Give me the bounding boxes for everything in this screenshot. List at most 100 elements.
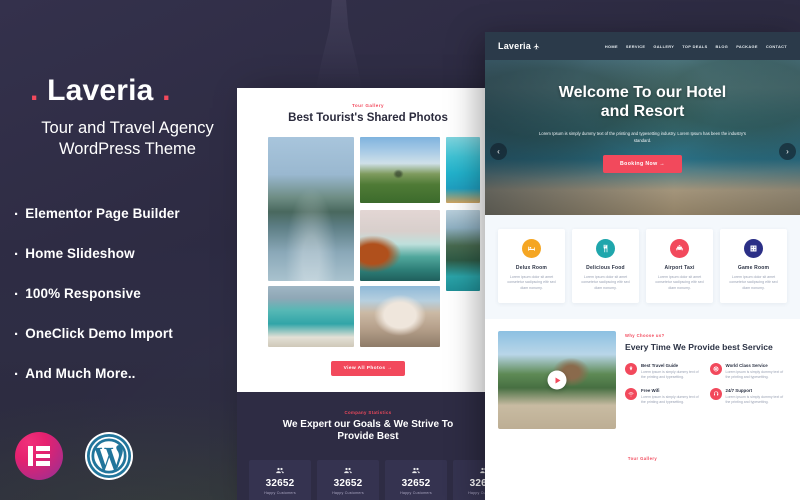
site-logo-text: Laveria xyxy=(498,41,531,51)
service-desc: Lorem ipsum dolor sit amet consetetur sa… xyxy=(729,275,778,290)
gallery-panel: Tour Gallery Best Tourist's Shared Photo… xyxy=(237,88,499,500)
nav-item-package[interactable]: PACKAGE xyxy=(736,44,758,49)
why-item-desc: Lorem ipsum is simply dummy text of the … xyxy=(641,369,699,379)
wifi-icon xyxy=(625,387,637,400)
site-preview-panel: Laveria HOME SERVICE GALLERY TOP DEALS B… xyxy=(485,32,800,500)
feature-item-slideshow: . Home Slideshow xyxy=(14,233,244,273)
feature-item-demo-import: . OneClick Demo Import xyxy=(14,313,244,353)
photo-hiker-volcano[interactable] xyxy=(360,136,440,203)
brand-dot-right: . xyxy=(162,74,171,107)
photo-taj-mahal[interactable] xyxy=(360,285,440,347)
nav-item-blog[interactable]: BLOG xyxy=(716,44,729,49)
hero-slider: Welcome To our Hotel and Resort Lorem Ip… xyxy=(485,60,800,215)
why-item-desc: Lorem ipsum is simply dummy text of the … xyxy=(725,394,784,404)
elementor-logo-icon xyxy=(15,432,63,480)
service-card-delux-room[interactable]: Delux Room Lorem ipsum dolor sit amet co… xyxy=(498,229,565,304)
service-card-airport-taxi[interactable]: Airport Taxi Lorem ipsum dolor sit amet … xyxy=(646,229,713,304)
stat-number: 32652 xyxy=(333,478,363,489)
users-icon xyxy=(344,467,352,474)
site-nav-menu: HOME SERVICE GALLERY TOP DEALS BLOG PACK… xyxy=(605,44,787,49)
booking-now-button[interactable]: Booking Now → xyxy=(603,155,682,173)
nav-item-home[interactable]: HOME xyxy=(605,44,618,49)
photo-lake-boat[interactable] xyxy=(268,136,354,281)
promo-panel: . Laveria . Tour and Travel Agency WordP… xyxy=(0,0,250,500)
feature-item-elementor: . Elementor Page Builder xyxy=(14,193,244,233)
stats-title: We Expert our Goals & We Strive To Provi… xyxy=(282,419,454,442)
technology-logos xyxy=(15,432,133,480)
why-item-title: 24/7 Support xyxy=(725,387,753,393)
bed-icon xyxy=(522,239,541,258)
support-icon xyxy=(709,387,722,400)
site-logo[interactable]: Laveria xyxy=(498,41,540,51)
service-card-game-room[interactable]: Game Room Lorem ipsum dolor sit amet con… xyxy=(720,229,787,304)
why-content: Why Choose us? Every Time We Provide bes… xyxy=(625,331,787,429)
guide-icon xyxy=(625,362,637,375)
screenshot-stage: . Laveria . Tour and Travel Agency WordP… xyxy=(0,0,800,500)
nav-item-gallery[interactable]: GALLERY xyxy=(653,44,674,49)
taxi-icon xyxy=(670,239,689,258)
slider-next-button[interactable]: › xyxy=(779,143,796,160)
service-card-delicious-food[interactable]: Delicious Food Lorem ipsum dolor sit ame… xyxy=(572,229,639,304)
footer-eyebrow: Tour Gallery xyxy=(627,456,658,462)
feature-list: . Elementor Page Builder . Home Slidesho… xyxy=(14,193,244,393)
why-feature-grid: Best Travel Guide Lorem ipsum is simply … xyxy=(625,362,788,405)
feature-label: Elementor Page Builder xyxy=(25,205,180,221)
site-footer-section: Tour Gallery xyxy=(485,439,800,474)
feature-item-responsive: . 100% Responsive xyxy=(14,273,244,313)
airplane-icon xyxy=(533,43,540,49)
stats-row: 32652 Happy Customers 32652 Happy Custom… xyxy=(249,460,499,500)
stat-label: Happy Customers xyxy=(264,491,296,495)
service-title: Airport Taxi xyxy=(664,265,695,271)
service-desc: Lorem ipsum dolor sit amet consetetur sa… xyxy=(581,275,630,290)
feature-item-more: . And Much More.. xyxy=(14,353,244,393)
stat-card: 32652 Happy Customers xyxy=(385,460,447,500)
wordpress-logo-icon xyxy=(85,432,133,480)
site-navbar: Laveria HOME SERVICE GALLERY TOP DEALS B… xyxy=(485,32,800,60)
feature-label: 100% Responsive xyxy=(25,285,141,301)
photo-canoe-lake[interactable] xyxy=(268,285,354,347)
nav-item-top-deals[interactable]: TOP DEALS xyxy=(682,44,707,49)
hero-content: Welcome To our Hotel and Resort Lorem Ip… xyxy=(485,60,800,173)
stat-number: 32652 xyxy=(401,478,431,489)
stat-label: Happy Customers xyxy=(400,491,432,495)
hero-heading-line2: and Resort xyxy=(600,102,685,120)
slider-prev-button[interactable]: ‹ xyxy=(490,143,507,160)
service-title: Delicious Food xyxy=(586,265,625,271)
why-video-thumbnail[interactable] xyxy=(498,331,616,430)
why-eyebrow: Why Choose us? xyxy=(625,333,665,339)
bullet-icon: . xyxy=(14,241,19,259)
nav-item-service[interactable]: SERVICE xyxy=(626,44,645,49)
globe-icon xyxy=(709,362,722,375)
background-tower xyxy=(315,0,363,90)
gallery-button-row: View All Photos → xyxy=(237,356,499,376)
nav-item-contact[interactable]: CONTACT xyxy=(766,44,787,49)
why-item-title: Best Travel Guide xyxy=(641,362,679,368)
play-icon[interactable] xyxy=(547,370,567,390)
feature-label: Home Slideshow xyxy=(25,245,135,261)
stat-label: Happy Customers xyxy=(332,491,364,495)
stat-card: 32652 Happy Customers xyxy=(317,460,379,500)
users-icon xyxy=(412,467,420,474)
bullet-icon: . xyxy=(14,201,19,219)
photo-waterfall[interactable] xyxy=(360,209,440,281)
service-title: Game Room xyxy=(737,265,770,271)
gallery-eyebrow: Tour Gallery xyxy=(351,103,385,108)
photo-grid xyxy=(268,136,480,347)
why-item-best-travel-guide: Best Travel Guide Lorem ipsum is simply … xyxy=(625,362,703,380)
stats-section: Company Statistics We Expert our Goals &… xyxy=(237,392,499,500)
dice-icon xyxy=(744,239,763,258)
view-all-photos-button[interactable]: View All Photos → xyxy=(330,360,406,376)
photo-beach-resort[interactable] xyxy=(446,136,480,203)
food-icon xyxy=(596,239,615,258)
service-title: Delux Room xyxy=(515,265,548,271)
hero-paragraph: Lorem Ipsum is simply dummy text of the … xyxy=(539,131,746,143)
bullet-icon: . xyxy=(14,281,19,299)
why-choose-us-section: Why Choose us? Every Time We Provide bes… xyxy=(485,319,800,440)
feature-label: OneClick Demo Import xyxy=(25,325,173,341)
photo-mountain-lake[interactable] xyxy=(446,209,480,291)
bullet-icon: . xyxy=(14,321,19,339)
why-item-world-class-service: World Class Service Lorem ipsum is simpl… xyxy=(709,362,788,380)
promo-subtitle: Tour and Travel Agency WordPress Theme xyxy=(41,119,214,158)
service-desc: Lorem ipsum dolor sit amet consetetur sa… xyxy=(655,275,704,290)
why-item-desc: Lorem ipsum is simply dummy text of the … xyxy=(725,369,784,379)
